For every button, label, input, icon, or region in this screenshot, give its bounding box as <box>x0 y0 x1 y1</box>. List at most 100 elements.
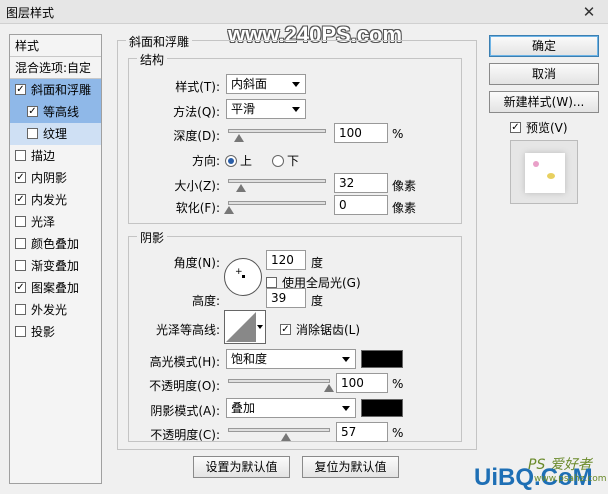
style-preview-thumbnail <box>510 140 578 204</box>
highlight-opacity-input[interactable]: 100 <box>336 373 388 393</box>
highlight-mode-select[interactable]: 饱和度 <box>226 349 356 369</box>
checkbox-outer-glow[interactable] <box>15 304 26 315</box>
checkbox-drop-shadow[interactable] <box>15 326 26 337</box>
style-item-label: 外发光 <box>31 303 68 317</box>
style-item-inner-glow[interactable]: ✓ 内发光 <box>10 189 101 211</box>
shadow-opacity-input[interactable]: 57 <box>336 422 388 442</box>
style-item-outer-glow[interactable]: 外发光 <box>10 299 101 321</box>
checkbox-stroke[interactable] <box>15 150 26 161</box>
highlight-color-swatch[interactable] <box>361 350 403 368</box>
soften-input[interactable]: 0 <box>334 195 388 215</box>
shading-title: 阴影 <box>137 229 168 246</box>
shadow-mode-select[interactable]: 叠加 <box>226 398 356 418</box>
checkbox-bevel[interactable]: ✓ <box>15 84 26 95</box>
angle-unit: 度 <box>311 256 324 270</box>
style-item-pattern-overlay[interactable]: ✓ 图案叠加 <box>10 277 101 299</box>
style-item-label: 等高线 <box>43 105 80 119</box>
depth-input[interactable]: 100 <box>334 123 388 143</box>
preview-label: 预览(V) <box>526 121 568 135</box>
depth-slider-thumb[interactable] <box>233 134 244 142</box>
highlight-opacity-thumb[interactable] <box>324 384 334 392</box>
size-input[interactable]: 32 <box>334 173 388 193</box>
shadow-opacity-slider[interactable] <box>228 428 330 441</box>
direction-up-option[interactable]: 上 <box>225 152 252 169</box>
chevron-down-icon <box>342 357 350 362</box>
style-item-label: 内阴影 <box>31 171 68 185</box>
soften-unit: 像素 <box>392 201 417 215</box>
angle-input[interactable]: 120 <box>266 250 306 270</box>
close-icon[interactable]: ✕ <box>578 3 600 21</box>
style-item-label: 图案叠加 <box>31 281 80 295</box>
highlight-opacity-label: 不透明度(O): <box>149 379 220 393</box>
style-select[interactable]: 内斜面 <box>226 74 306 94</box>
global-light-checkbox[interactable] <box>266 277 277 288</box>
style-item-drop-shadow[interactable]: 投影 <box>10 321 101 343</box>
style-item-contour[interactable]: ✓ 等高线 <box>10 101 101 123</box>
highlight-mode-value: 饱和度 <box>231 352 268 366</box>
blending-options[interactable]: 混合选项:自定 <box>10 57 101 79</box>
method-select[interactable]: 平滑 <box>226 99 306 119</box>
size-slider[interactable] <box>228 179 326 192</box>
style-item-label: 颜色叠加 <box>31 237 80 251</box>
style-item-inner-shadow[interactable]: ✓ 内阴影 <box>10 167 101 189</box>
style-item-gradient-overlay[interactable]: 渐变叠加 <box>10 255 101 277</box>
checkbox-contour[interactable]: ✓ <box>27 106 38 117</box>
shadow-opacity-thumb[interactable] <box>281 433 291 441</box>
direction-down-radio[interactable] <box>272 154 284 167</box>
preview-option[interactable]: ✓ 预览(V) <box>510 119 568 136</box>
soften-label: 软化(F): <box>175 201 220 215</box>
highlight-opacity-slider[interactable] <box>228 379 334 392</box>
checkbox-color-overlay[interactable] <box>15 238 26 249</box>
shadow-opacity-label: 不透明度(C): <box>150 428 220 442</box>
style-item-bevel[interactable]: ✓ 斜面和浮雕 <box>10 79 101 101</box>
styles-header[interactable]: 样式 <box>10 35 101 57</box>
style-label: 样式(T): <box>175 80 220 94</box>
style-item-label: 光泽 <box>31 215 56 229</box>
preview-checkbox[interactable]: ✓ <box>510 122 521 133</box>
checkbox-inner-glow[interactable]: ✓ <box>15 194 26 205</box>
size-slider-thumb[interactable] <box>236 184 247 192</box>
checkbox-gradient-overlay[interactable] <box>15 260 26 271</box>
checkbox-texture[interactable] <box>27 128 38 139</box>
direction-down-option[interactable]: 下 <box>272 152 299 169</box>
altitude-label: 高度: <box>191 294 220 308</box>
new-style-button[interactable]: 新建样式(W)... <box>489 91 599 113</box>
size-label: 大小(Z): <box>174 179 220 193</box>
shadow-mode-label: 阴影模式(A): <box>150 404 220 418</box>
style-item-color-overlay[interactable]: 颜色叠加 <box>10 233 101 255</box>
checkbox-inner-shadow[interactable]: ✓ <box>15 172 26 183</box>
direction-label: 方向: <box>191 154 220 168</box>
gloss-contour-picker[interactable] <box>224 310 266 344</box>
checkbox-satin[interactable] <box>15 216 26 227</box>
set-default-button[interactable]: 设置为默认值 <box>193 456 290 478</box>
chevron-down-icon <box>292 82 300 87</box>
reset-default-button[interactable]: 复位为默认值 <box>302 456 399 478</box>
depth-unit: % <box>392 127 404 141</box>
angle-dial[interactable]: + <box>224 258 262 296</box>
checkbox-pattern-overlay[interactable]: ✓ <box>15 282 26 293</box>
altitude-unit: 度 <box>311 294 324 308</box>
depth-slider[interactable] <box>228 129 326 142</box>
method-select-value: 平滑 <box>231 102 256 116</box>
style-item-satin[interactable]: 光泽 <box>10 211 101 233</box>
antialias-option[interactable]: ✓ 消除锯齿(L) <box>280 321 360 338</box>
style-item-texture[interactable]: 纹理 <box>10 123 101 145</box>
contour-preview <box>226 312 256 342</box>
angle-label: 角度(N): <box>173 256 220 270</box>
antialias-checkbox[interactable]: ✓ <box>280 324 291 335</box>
soften-slider[interactable] <box>224 201 326 214</box>
shadow-color-swatch[interactable] <box>361 399 403 417</box>
style-item-stroke[interactable]: 描边 <box>10 145 101 167</box>
style-item-label: 斜面和浮雕 <box>31 83 92 97</box>
crosshair-icon: + <box>235 267 243 277</box>
highlight-mode-label: 高光模式(H): <box>149 355 220 369</box>
direction-up-radio[interactable] <box>225 154 237 167</box>
style-item-label: 投影 <box>31 325 56 339</box>
direction-down-label: 下 <box>287 154 300 168</box>
ok-button[interactable]: 确定 <box>489 35 599 57</box>
logo-url-text: www.psahz.com <box>534 474 607 484</box>
preview-flower-pink <box>533 161 539 167</box>
soften-slider-thumb[interactable] <box>224 206 234 214</box>
altitude-input[interactable]: 39 <box>266 288 306 308</box>
cancel-button[interactable]: 取消 <box>489 63 599 85</box>
